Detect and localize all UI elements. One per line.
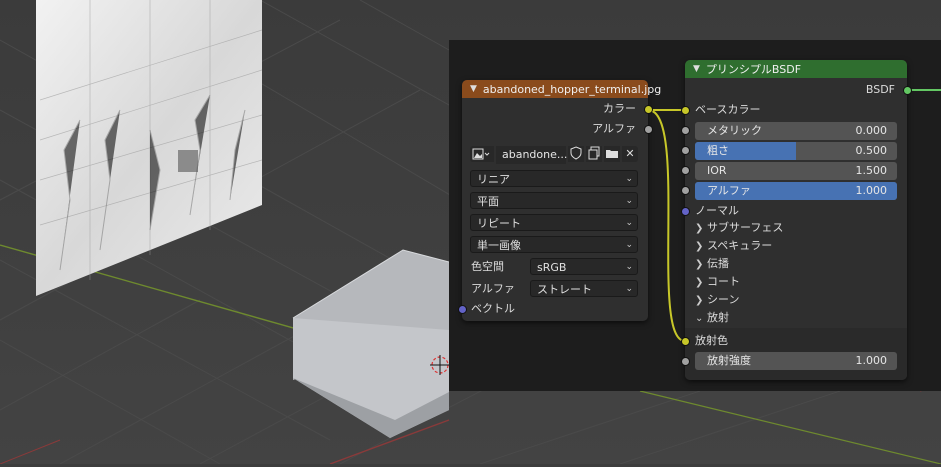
input-base-color-socket[interactable]	[681, 106, 690, 115]
color-space-dropdown[interactable]: sRGB ⌄	[530, 258, 638, 275]
input-normal-socket[interactable]	[681, 207, 690, 216]
panel-transmission[interactable]: ❯ 伝播	[695, 256, 729, 272]
panel-emission[interactable]: ⌄ 放射	[695, 310, 729, 326]
principled-bsdf-node[interactable]: ▼ プリンシプルBSDF BSDF ベースカラー メタリック 0.000 粗さ …	[681, 60, 912, 380]
dropdown-arrow-icon: ⌄	[625, 284, 633, 294]
source-dropdown[interactable]: 単一画像 ⌄	[470, 236, 638, 253]
duplicate-image-icon[interactable]	[586, 146, 602, 162]
collapse-chevron-icon[interactable]: ▼	[693, 64, 700, 74]
metallic-label: メタリック	[707, 124, 762, 137]
fake-user-shield-icon[interactable]	[568, 146, 584, 162]
output-bsdf-label: BSDF	[865, 83, 895, 96]
emission-strength-field[interactable]: 放射強度 1.000	[695, 352, 897, 370]
alpha-mode-dropdown[interactable]: ストレート ⌄	[530, 280, 638, 297]
output-alpha-socket[interactable]	[644, 125, 653, 134]
dropdown-arrow-icon: ⌄	[625, 196, 633, 206]
emission-strength-value: 1.000	[855, 354, 888, 367]
unlink-image-close-icon[interactable]: ✕	[622, 146, 638, 162]
roughness-field[interactable]: 粗さ 0.500	[695, 142, 897, 160]
projection-value: 平面	[477, 195, 499, 208]
dropdown-arrow-icon: ⌄	[625, 174, 633, 184]
chevron-right-icon: ❯	[695, 223, 704, 234]
roughness-label: 粗さ	[707, 144, 729, 157]
collapse-chevron-icon[interactable]: ▼	[470, 84, 477, 94]
chevron-right-icon: ❯	[695, 241, 704, 252]
input-ior-socket[interactable]	[681, 166, 690, 175]
chevron-right-icon: ❯	[695, 295, 704, 306]
input-metallic-socket[interactable]	[681, 126, 690, 135]
roughness-value: 0.500	[855, 144, 888, 157]
metallic-value: 0.000	[855, 124, 888, 137]
projection-dropdown[interactable]: 平面 ⌄	[470, 192, 638, 209]
bsdf-node-header[interactable]: ▼ プリンシプルBSDF	[685, 60, 907, 78]
bsdf-node-title: プリンシプルBSDF	[705, 63, 802, 76]
extension-dropdown[interactable]: リピート ⌄	[470, 214, 638, 231]
image-name-field[interactable]: abandone...	[496, 146, 567, 164]
panel-specular-label: スペキュラー	[707, 239, 773, 252]
metallic-field[interactable]: メタリック 0.000	[695, 122, 897, 140]
shader-node-editor[interactable]: ▼ abandoned_hopper_terminal.jpg カラー アルファ…	[449, 40, 941, 391]
image-texture-node[interactable]: ▼ abandoned_hopper_terminal.jpg カラー アルファ…	[458, 80, 661, 321]
input-vector-socket[interactable]	[458, 305, 467, 314]
chevron-right-icon: ❯	[695, 277, 704, 288]
alpha-value: 1.000	[855, 184, 888, 197]
alpha-field[interactable]: アルファ 1.000	[695, 182, 897, 200]
dropdown-arrow-icon: ⌄	[625, 262, 633, 272]
input-alpha-socket[interactable]	[681, 186, 690, 195]
panel-subsurface-label: サブサーフェス	[707, 221, 784, 234]
dropdown-arrow-icon: ⌄	[625, 240, 633, 250]
input-emission-color-socket[interactable]	[681, 337, 690, 346]
panel-coat[interactable]: ❯ コート	[695, 274, 740, 290]
color-space-value: sRGB	[537, 261, 567, 274]
ior-label: IOR	[707, 164, 727, 177]
panel-subsurface[interactable]: ❯ サブサーフェス	[695, 220, 783, 236]
output-alpha-label: アルファ	[592, 122, 636, 135]
open-folder-icon[interactable]	[604, 146, 620, 162]
interpolation-value: リニア	[477, 173, 510, 186]
source-value: 単一画像	[477, 239, 521, 252]
panel-sheen[interactable]: ❯ シーン	[695, 292, 739, 308]
base-color-label: ベースカラー	[695, 103, 761, 116]
input-vector-label: ベクトル	[471, 302, 515, 315]
panel-emission-label: 放射	[707, 311, 729, 324]
alpha-label: アルファ	[707, 184, 751, 197]
image-node-title: abandoned_hopper_terminal.jpg	[482, 82, 662, 96]
chevron-right-icon: ❯	[695, 259, 704, 270]
alpha-mode-label: アルファ	[471, 282, 515, 295]
chevron-down-icon: ⌄	[695, 313, 704, 324]
normal-label: ノーマル	[695, 204, 739, 217]
panel-sheen-label: シーン	[707, 293, 740, 306]
link-color-to-emission	[647, 109, 686, 342]
output-color-label: カラー	[603, 102, 636, 115]
emission-strength-label: 放射強度	[707, 354, 751, 367]
dropdown-arrow-icon: ⌄	[625, 218, 633, 228]
extension-value: リピート	[477, 217, 521, 230]
input-roughness-socket[interactable]	[681, 146, 690, 155]
color-space-label: 色空間	[471, 260, 504, 273]
image-node-header[interactable]: ▼ abandoned_hopper_terminal.jpg	[462, 80, 661, 98]
panel-specular[interactable]: ❯ スペキュラー	[695, 238, 772, 254]
panel-coat-label: コート	[707, 275, 740, 288]
input-emission-strength-socket[interactable]	[681, 357, 690, 366]
image-selector-row: abandone... ✕	[470, 146, 638, 164]
output-color-socket[interactable]	[644, 105, 653, 114]
alpha-mode-value: ストレート	[537, 283, 592, 296]
interpolation-dropdown[interactable]: リニア ⌄	[470, 170, 638, 187]
image-browse-icon[interactable]	[470, 146, 494, 162]
panel-transmission-label: 伝播	[707, 257, 729, 270]
emission-color-label: 放射色	[695, 334, 728, 347]
output-bsdf-socket[interactable]	[903, 86, 912, 95]
ior-field[interactable]: IOR 1.500	[695, 162, 897, 180]
ior-value: 1.500	[855, 164, 888, 177]
